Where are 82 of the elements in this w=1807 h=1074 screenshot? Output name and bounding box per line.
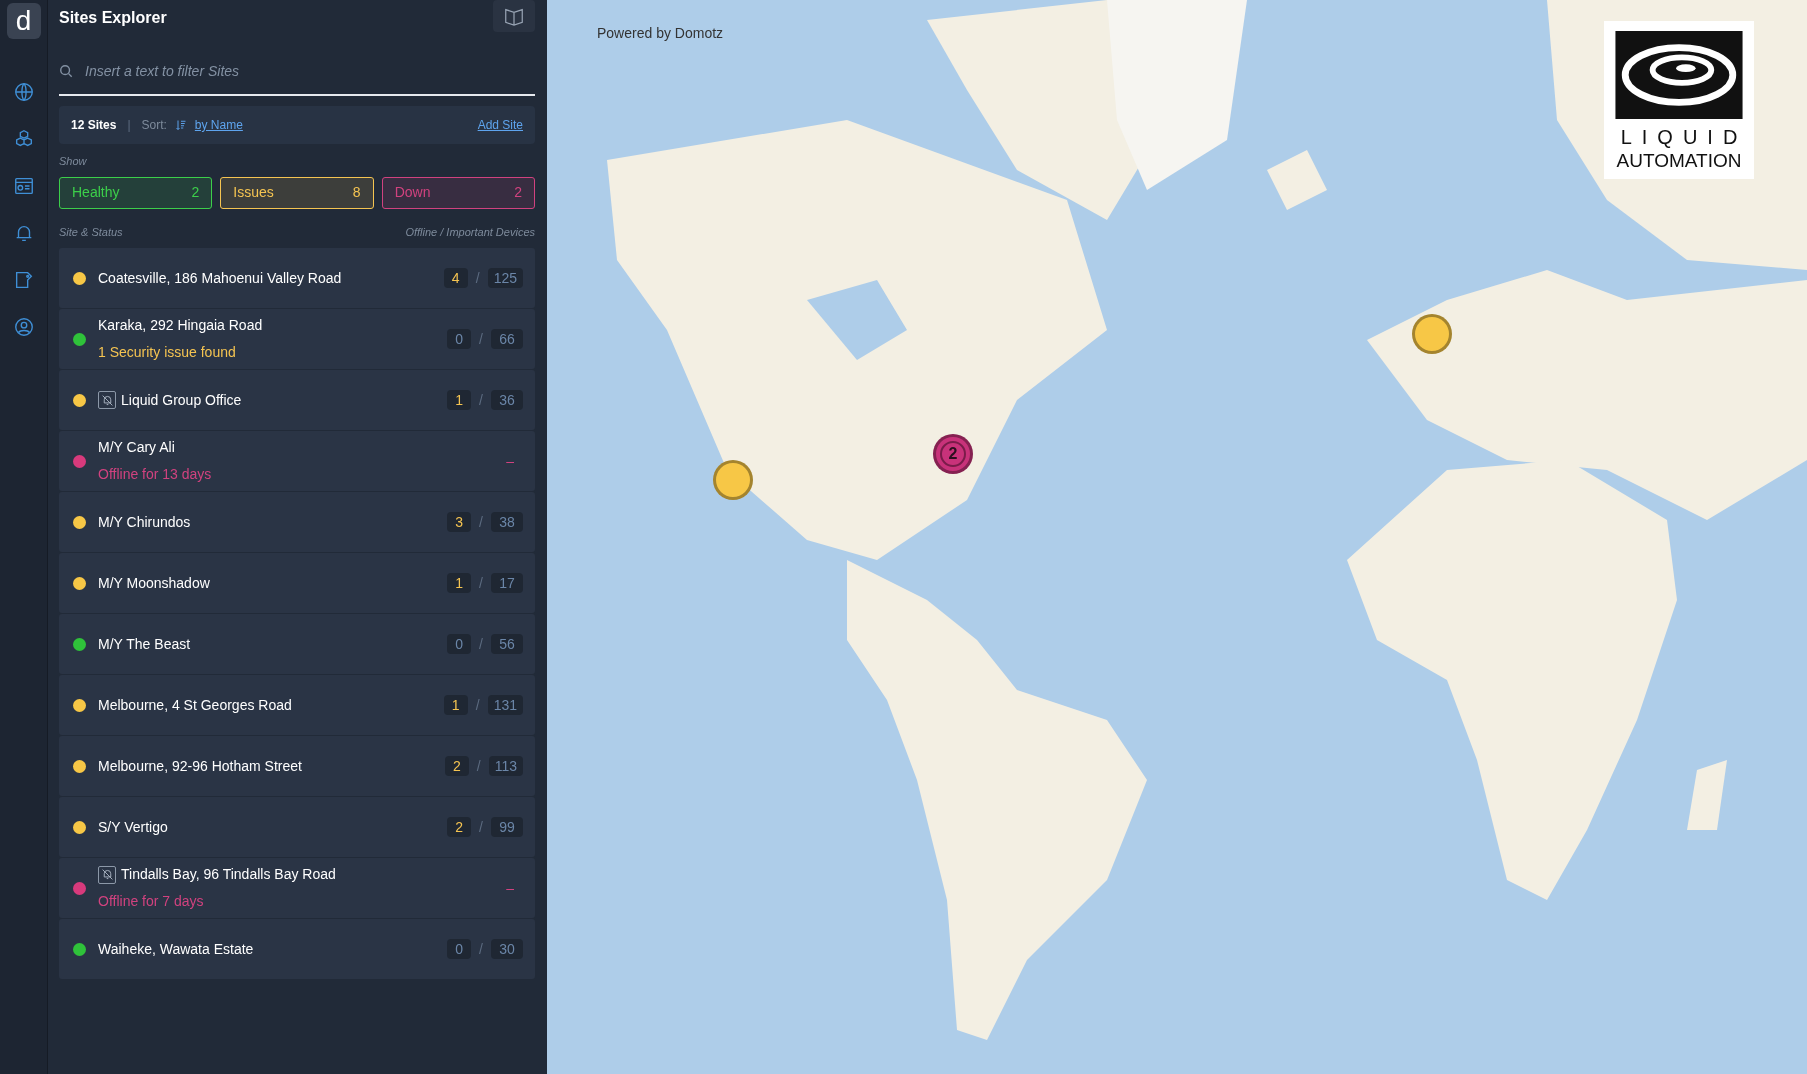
site-row[interactable]: Tindalls Bay, 96 Tindalls Bay Road Offline for 7 days –: [59, 858, 535, 918]
logo-text: AUTOMATION: [1616, 151, 1742, 170]
important-count: 30: [491, 939, 523, 959]
offline-count: 2: [447, 817, 472, 837]
site-row[interactable]: Melbourne, 92-96 Hotham Street 2 / 113: [59, 736, 535, 796]
site-row[interactable]: Melbourne, 4 St Georges Road 1 / 131: [59, 675, 535, 735]
column-header: Site & Status: [59, 224, 123, 240]
site-name: Tindalls Bay, 96 Tindalls Bay Road: [121, 865, 336, 884]
site-name: M/Y Chirundos: [98, 512, 191, 532]
site-name: Waiheke, Wawata Estate: [98, 939, 254, 959]
site-row[interactable]: Karaka, 292 Hingaia Road 1 Security issue found 0 / 66: [59, 309, 535, 369]
no-data-dash: –: [506, 451, 514, 471]
site-row[interactable]: M/Y Moonshadow 1 / 17: [59, 553, 535, 613]
sort-icon: [174, 119, 187, 131]
count-separator: /: [479, 573, 483, 593]
site-name: Karaka, 292 Hingaia Road: [98, 316, 263, 335]
site-row[interactable]: M/Y Cary Ali Offline for 13 days –: [59, 431, 535, 491]
important-count: 66: [491, 329, 523, 349]
important-count: 56: [491, 634, 523, 654]
status-filter[interactable]: Issues 8: [220, 176, 374, 209]
important-count: 38: [491, 512, 523, 532]
count-separator: /: [479, 817, 483, 837]
site-row[interactable]: Liquid Group Office 1 / 36: [59, 370, 535, 430]
count-separator: /: [479, 939, 483, 959]
sort-link[interactable]: by Name: [194, 116, 243, 134]
offline-count: 1: [443, 695, 468, 715]
user-icon[interactable]: [12, 316, 35, 338]
panel-title: Sites Explorer: [59, 8, 167, 28]
separator: |: [127, 117, 131, 134]
offline-count: 3: [447, 512, 472, 532]
site-name: Liquid Group Office: [121, 390, 242, 410]
site-name: M/Y The Beast: [98, 634, 191, 654]
count-separator: /: [475, 695, 480, 715]
site-name: Melbourne, 4 St Georges Road: [98, 695, 292, 715]
offline-count: 0: [447, 634, 472, 654]
column-header: Offline / Important Devices: [405, 224, 535, 240]
search-field[interactable]: Insert a text to filter Sites: [85, 60, 535, 82]
offline-count: 1: [447, 573, 472, 593]
add-site-link[interactable]: Add Site: [477, 116, 523, 134]
important-count: 113: [488, 756, 523, 776]
count-separator: /: [479, 329, 483, 349]
count-separator: /: [479, 390, 483, 410]
globe-icon[interactable]: [12, 81, 35, 103]
site-note: Offline for 7 days: [98, 892, 205, 911]
logo-text: LIQUID: [1619, 127, 1748, 147]
count-separator: /: [475, 268, 480, 288]
status-filter[interactable]: Healthy 2: [59, 176, 213, 209]
count-separator: /: [476, 756, 481, 776]
important-count: 17: [491, 573, 523, 593]
site-row[interactable]: M/Y Chirundos 3 / 38: [59, 492, 535, 552]
app-logo[interactable]: d: [6, 3, 41, 39]
count-separator: /: [479, 634, 483, 654]
count-separator: /: [479, 512, 483, 532]
site-row[interactable]: Waiheke, Wawata Estate 0 / 30: [59, 919, 535, 979]
site-name: S/Y Vertigo: [98, 817, 168, 837]
sort-label: Sort:: [141, 117, 167, 134]
swirl-logo-icon: [1614, 31, 1744, 119]
dashboard-icon[interactable]: [12, 175, 35, 197]
offline-count: 1: [447, 390, 472, 410]
important-count: 131: [487, 695, 523, 715]
site-name: Coatesville, 186 Mahoenui Valley Road: [98, 268, 342, 288]
offline-count: 0: [447, 329, 472, 349]
site-name: M/Y Cary Ali: [98, 438, 175, 457]
offline-count: 4: [443, 268, 468, 288]
site-count: 12 Sites: [71, 117, 117, 134]
site-row[interactable]: Coatesville, 186 Mahoenui Valley Road 4 / 125: [59, 248, 535, 308]
attribution-text: Powered by Domotz: [597, 24, 724, 43]
search-icon: [59, 64, 73, 78]
site-note: Offline for 13 days: [98, 465, 212, 484]
map-book-button[interactable]: [493, 0, 535, 32]
offline-count: 0: [447, 939, 472, 959]
show-label: Show: [59, 154, 88, 169]
site-row[interactable]: S/Y Vertigo 2 / 99: [59, 797, 535, 857]
no-data-dash: –: [506, 878, 514, 898]
important-count: 99: [491, 817, 523, 837]
site-note: 1 Security issue found: [98, 343, 237, 362]
site-row[interactable]: M/Y The Beast 0 / 56: [59, 614, 535, 674]
offline-count: 2: [444, 756, 469, 776]
site-name: Melbourne, 92-96 Hotham Street: [98, 756, 302, 776]
important-count: 125: [487, 268, 523, 288]
important-count: 36: [491, 390, 523, 410]
site-name: M/Y Moonshadow: [98, 573, 210, 593]
